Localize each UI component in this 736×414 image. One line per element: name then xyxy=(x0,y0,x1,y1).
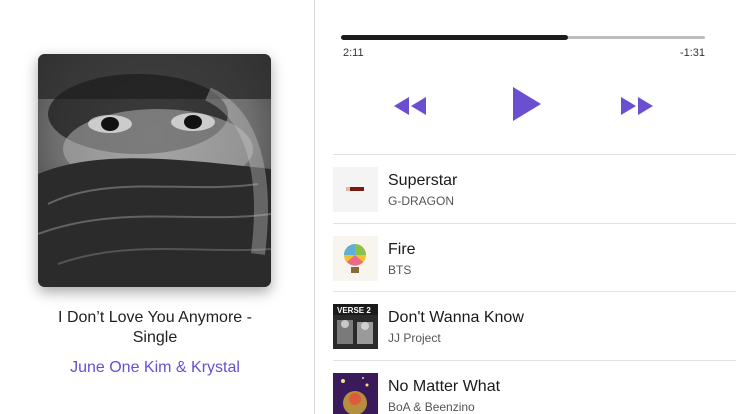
album-artwork[interactable] xyxy=(38,54,271,287)
progress-scrubber[interactable] xyxy=(341,35,705,40)
track-title: No Matter What xyxy=(388,377,501,395)
track-title: Superstar xyxy=(388,172,458,189)
album-artist-link[interactable]: June One Kim & Krystal xyxy=(20,358,290,378)
rewind-icon xyxy=(394,97,426,115)
track-artist: G-DRAGON xyxy=(388,194,454,208)
rewind-button[interactable] xyxy=(393,95,427,117)
track-artist: BTS xyxy=(388,262,412,277)
track-row[interactable]: VERSE 2 Don't Wanna Know JJ Project xyxy=(333,291,736,360)
track-row[interactable]: No Matter What BoA & Beenzino xyxy=(333,359,736,414)
play-button[interactable] xyxy=(511,86,543,122)
player-pane: 2:11 -1:31 Superstar G-DRAGON Fire BTS V… xyxy=(315,0,736,414)
track-row[interactable]: Fire BTS xyxy=(333,222,736,292)
track-art-label: VERSE 2 xyxy=(337,306,371,315)
time-remaining: -1:31 xyxy=(679,47,705,59)
album-artwork-image xyxy=(38,54,271,287)
time-elapsed: 2:11 xyxy=(343,47,364,59)
track-title: Fire xyxy=(388,240,416,258)
track-artwork: VERSE 2 xyxy=(333,304,378,349)
play-icon xyxy=(513,87,541,121)
album-title: I Don’t Love You Anymore - Single xyxy=(58,309,252,346)
now-playing-pane: I Don’t Love You Anymore - Single June O… xyxy=(0,0,314,414)
track-row[interactable]: Superstar G-DRAGON xyxy=(333,154,736,223)
track-artwork xyxy=(333,167,378,212)
track-artwork xyxy=(333,235,378,281)
track-artist: JJ Project xyxy=(388,331,441,345)
track-title: Don't Wanna Know xyxy=(388,309,524,326)
fast-forward-button[interactable] xyxy=(620,95,654,117)
track-artwork xyxy=(333,372,378,414)
up-next-list: Superstar G-DRAGON Fire BTS VERSE 2 Don'… xyxy=(333,154,736,414)
track-artist: BoA & Beenzino xyxy=(388,399,475,414)
progress-fill xyxy=(341,35,569,40)
fast-forward-icon xyxy=(621,97,653,115)
